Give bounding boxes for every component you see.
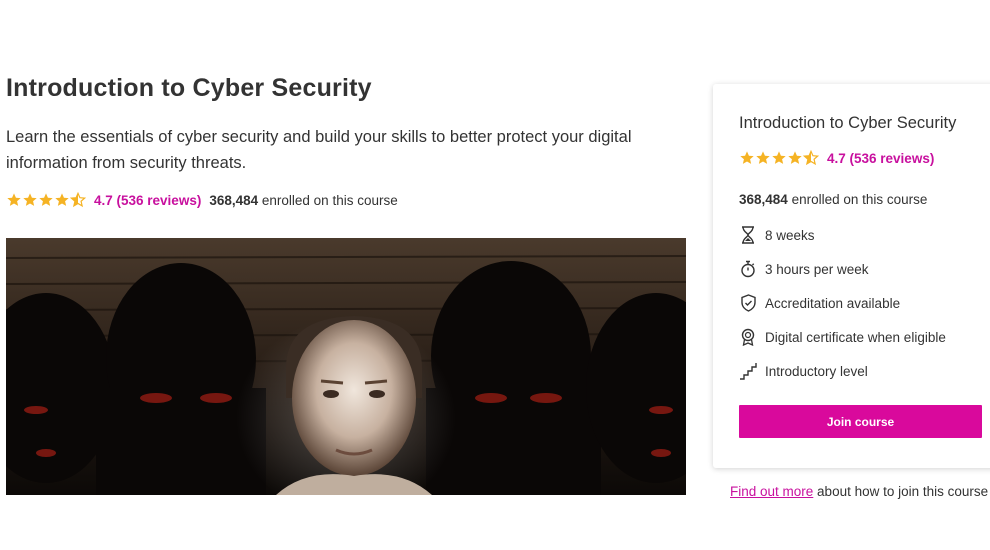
star-icon [740, 151, 754, 164]
star-icon [7, 193, 21, 206]
feature-level: Introductory level [739, 362, 868, 380]
feature-label: Introductory level [765, 363, 868, 379]
card-enrolled-count: 368,484 enrolled on this course [739, 192, 927, 207]
certificate-badge-icon [739, 328, 757, 346]
enrolled-count: 368,484 enrolled on this course [209, 193, 397, 208]
enrolled-number: 368,484 [209, 192, 259, 208]
feature-label: Accreditation available [765, 295, 901, 311]
star-icon [756, 151, 770, 164]
find-out-more-rest: about how to join this course [813, 484, 989, 499]
star-half-icon [70, 192, 86, 208]
course-rating-row: 4.7 (536 reviews) 368,484 enrolled on th… [6, 192, 398, 208]
feature-certificate: Digital certificate when eligible [739, 328, 946, 346]
star-icon [23, 193, 37, 206]
feature-duration: 8 weeks [739, 226, 815, 244]
feature-accreditation: Accreditation available [739, 294, 900, 312]
card-enrolled-suffix: enrolled on this course [787, 192, 928, 207]
star-icon [788, 151, 802, 164]
hourglass-icon [739, 226, 757, 244]
rating-stars [6, 192, 86, 208]
page-title: Introduction to Cyber Security [6, 74, 372, 102]
course-hero-image [6, 238, 686, 495]
shield-check-icon [739, 294, 757, 312]
star-icon [55, 193, 69, 206]
reviews-link[interactable]: 4.7 (536 reviews) [94, 193, 201, 208]
course-page: Introduction to Cyber Security Learn the… [0, 0, 990, 550]
find-out-more-link[interactable]: Find out more [730, 484, 813, 499]
feature-label: Digital certificate when eligible [765, 329, 946, 345]
card-title: Introduction to Cyber Security [739, 114, 957, 132]
star-icon [39, 193, 53, 206]
find-out-more-text: Find out more about how to join this cou… [730, 484, 988, 499]
card-rating-row: 4.7 (536 reviews) [739, 150, 934, 166]
star-icon [772, 151, 786, 164]
stopwatch-icon [739, 260, 757, 278]
course-summary-card: Introduction to Cyber Security 4.7 (536 … [713, 84, 990, 468]
card-rating-stars [739, 150, 819, 166]
star-half-icon [803, 150, 819, 166]
card-enrolled-number: 368,484 [739, 192, 788, 207]
hero-illustration [6, 238, 686, 495]
feature-label: 8 weeks [765, 227, 815, 243]
steps-icon [739, 362, 757, 380]
feature-weekly-hours: 3 hours per week [739, 260, 869, 278]
card-reviews-link[interactable]: 4.7 (536 reviews) [827, 151, 934, 166]
enrolled-suffix: enrolled on this course [258, 192, 398, 208]
feature-label: 3 hours per week [765, 261, 869, 277]
course-description: Learn the essentials of cyber security a… [6, 128, 632, 172]
join-course-button[interactable]: Join course [739, 405, 982, 438]
